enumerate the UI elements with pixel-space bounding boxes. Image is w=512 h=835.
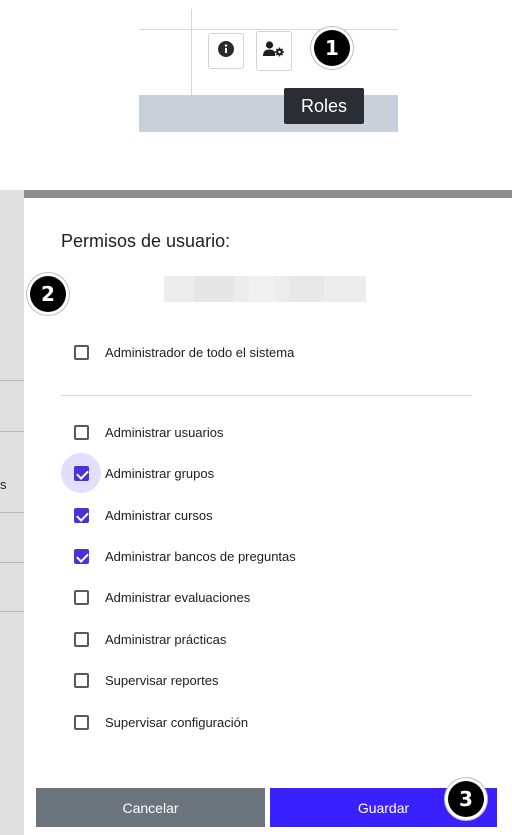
permission-label: Supervisar configuración	[105, 714, 249, 730]
roles-tooltip: Roles	[284, 88, 364, 124]
permission-label: Administrar grupos	[105, 465, 215, 481]
checkbox-wrap	[61, 619, 101, 659]
redaction-block	[289, 276, 324, 302]
permission-label: Administrar bancos de preguntas	[105, 548, 296, 564]
permission-label: Administrar cursos	[105, 507, 213, 523]
toolbar-crop: Roles	[139, 9, 398, 132]
checkbox-global-admin[interactable]	[73, 344, 89, 360]
redaction-block	[194, 276, 234, 302]
checkbox-wrap	[61, 577, 101, 617]
checkbox-wrap	[61, 702, 101, 742]
checkbox-wrap	[61, 453, 101, 493]
permission-label: Supervisar reportes	[105, 672, 219, 688]
checkbox-wrap	[61, 412, 101, 452]
user-name-redacted	[164, 276, 366, 302]
permission-row[interactable]: Administrar grupos	[61, 453, 215, 493]
redaction-block	[249, 276, 274, 302]
permission-row[interactable]: Administrar prácticas	[73, 627, 226, 651]
dialog-title: Permisos de usuario:	[61, 231, 231, 251]
checkbox-manage-groups[interactable]	[73, 465, 89, 481]
section-divider	[61, 395, 472, 396]
step-2-badge: 2	[30, 276, 66, 312]
table-row-line	[0, 562, 24, 563]
permission-row[interactable]: Administrar bancos de preguntas	[73, 544, 296, 568]
permission-row[interactable]: Administrar evaluaciones	[73, 585, 250, 609]
checkbox-supervise-reports[interactable]	[73, 672, 89, 688]
checkbox-manage-question-banks[interactable]	[73, 548, 89, 564]
permissions-dialog-crop: s Permisos de usuario: Administrador de …	[0, 190, 512, 835]
step-3-badge: 3	[448, 781, 484, 817]
cancel-button[interactable]: Cancelar	[36, 788, 265, 827]
checkbox-wrap	[61, 536, 101, 576]
permission-row[interactable]: Administrar cursos	[73, 503, 213, 527]
checkbox-manage-practices[interactable]	[73, 631, 89, 647]
table-row-line	[0, 431, 24, 432]
permission-label: Administrador de todo el sistema	[105, 344, 295, 360]
table-row-line	[0, 512, 24, 513]
checkbox-wrap	[61, 660, 101, 700]
permission-label: Administrar evaluaciones	[105, 589, 251, 605]
info-icon	[218, 40, 234, 62]
permission-label: Administrar usuarios	[105, 424, 224, 440]
checkbox-supervise-settings[interactable]	[73, 714, 89, 730]
checkbox-wrap	[61, 495, 101, 535]
permission-label: Administrar prácticas	[105, 631, 227, 647]
table-grid-line	[139, 29, 398, 30]
permission-row[interactable]: Administrar usuarios	[73, 420, 224, 444]
table-grid-line	[191, 9, 192, 95]
permission-row[interactable]: Supervisar configuración	[73, 710, 248, 734]
info-button[interactable]	[208, 33, 244, 69]
table-cell-fragment: s	[0, 477, 7, 492]
table-row-line	[0, 611, 24, 612]
checkbox-manage-evaluations[interactable]	[73, 589, 89, 605]
checkbox-wrap	[61, 332, 101, 372]
permissions-dialog: Permisos de usuario: Administrador de to…	[24, 198, 512, 835]
roles-button[interactable]	[256, 31, 292, 71]
permission-row-global[interactable]: Administrador de todo el sistema	[73, 340, 294, 364]
user-gear-icon	[263, 40, 285, 62]
table-row-line	[0, 380, 24, 381]
checkbox-manage-courses[interactable]	[73, 507, 89, 523]
permission-row[interactable]: Supervisar reportes	[73, 668, 218, 692]
step-1-badge: 1	[314, 30, 350, 66]
checkbox-manage-users[interactable]	[73, 424, 89, 440]
background-table: s	[0, 190, 24, 835]
